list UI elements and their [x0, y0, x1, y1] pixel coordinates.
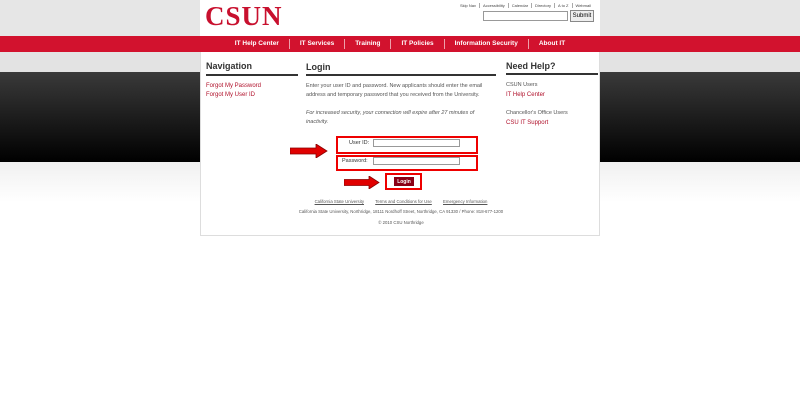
- footer-copyright: © 2010 CSU Northridge: [378, 220, 424, 225]
- utility-links: Skip Nav Accessibility Calendar Director…: [457, 3, 594, 8]
- nav-item-it-services[interactable]: IT Services: [288, 39, 344, 49]
- login-timeout-note: For increased security, your connection …: [306, 110, 475, 125]
- search-input[interactable]: [483, 11, 568, 21]
- arrow-right-icon: [344, 176, 380, 189]
- help-rule: [506, 73, 598, 75]
- login-title: Login: [306, 62, 331, 72]
- help-title: Need Help?: [506, 61, 556, 71]
- chancellor-users-label: Chancellor's Office Users: [506, 110, 568, 116]
- login-button[interactable]: Login: [394, 177, 414, 186]
- footer-links: California State University Terms and Co…: [201, 199, 601, 204]
- utility-link-webmail[interactable]: Webmail: [571, 3, 595, 8]
- csun-users-label: CSUN Users: [506, 82, 538, 88]
- userid-label: User ID:: [349, 140, 370, 146]
- arrow-right-icon: [290, 144, 328, 158]
- search-submit-button[interactable]: Submit: [570, 10, 594, 22]
- csu-it-support-link[interactable]: CSU IT Support: [506, 120, 548, 126]
- nav-item-it-help-center[interactable]: IT Help Center: [225, 39, 289, 49]
- password-label: Password:: [342, 158, 368, 164]
- site-header: CSUN Skip Nav Accessibility Calendar Dir…: [200, 0, 600, 36]
- nav-item-information-security[interactable]: Information Security: [443, 39, 528, 49]
- login-rule: [306, 74, 496, 76]
- utility-link-a-to-z[interactable]: A to Z: [554, 3, 571, 8]
- csun-logo[interactable]: CSUN: [205, 1, 283, 32]
- userid-field[interactable]: [373, 139, 460, 147]
- nav-item-it-policies[interactable]: IT Policies: [390, 39, 443, 49]
- utility-link-calendar[interactable]: Calendar: [507, 3, 531, 8]
- it-help-center-link[interactable]: IT Help Center: [506, 92, 545, 98]
- footer-link-csu[interactable]: California State University: [315, 199, 364, 204]
- navigation-rule: [206, 74, 298, 76]
- utility-link-accessibility[interactable]: Accessibility: [479, 3, 508, 8]
- footer-link-terms[interactable]: Terms and Conditions for Use: [375, 199, 432, 204]
- footer-link-emergency[interactable]: Emergency Information: [443, 199, 487, 204]
- utility-link-directory[interactable]: Directory: [531, 3, 554, 8]
- main-nav: IT Help Center IT Services Training IT P…: [200, 36, 600, 52]
- password-field[interactable]: [373, 157, 460, 165]
- content-panel: Navigation Forgot My Password Forgot My …: [200, 52, 600, 236]
- utility-link-skip-nav[interactable]: Skip Nav: [457, 3, 479, 8]
- forgot-userid-link[interactable]: Forgot My User ID: [206, 92, 255, 98]
- forgot-password-link[interactable]: Forgot My Password: [206, 83, 261, 89]
- nav-item-training[interactable]: Training: [344, 39, 390, 49]
- nav-item-about-it[interactable]: About IT: [527, 39, 575, 49]
- footer-address: California State University, Northridge,…: [298, 209, 504, 214]
- navigation-title: Navigation: [206, 61, 253, 71]
- login-intro: Enter your user ID and password. New app…: [306, 83, 483, 98]
